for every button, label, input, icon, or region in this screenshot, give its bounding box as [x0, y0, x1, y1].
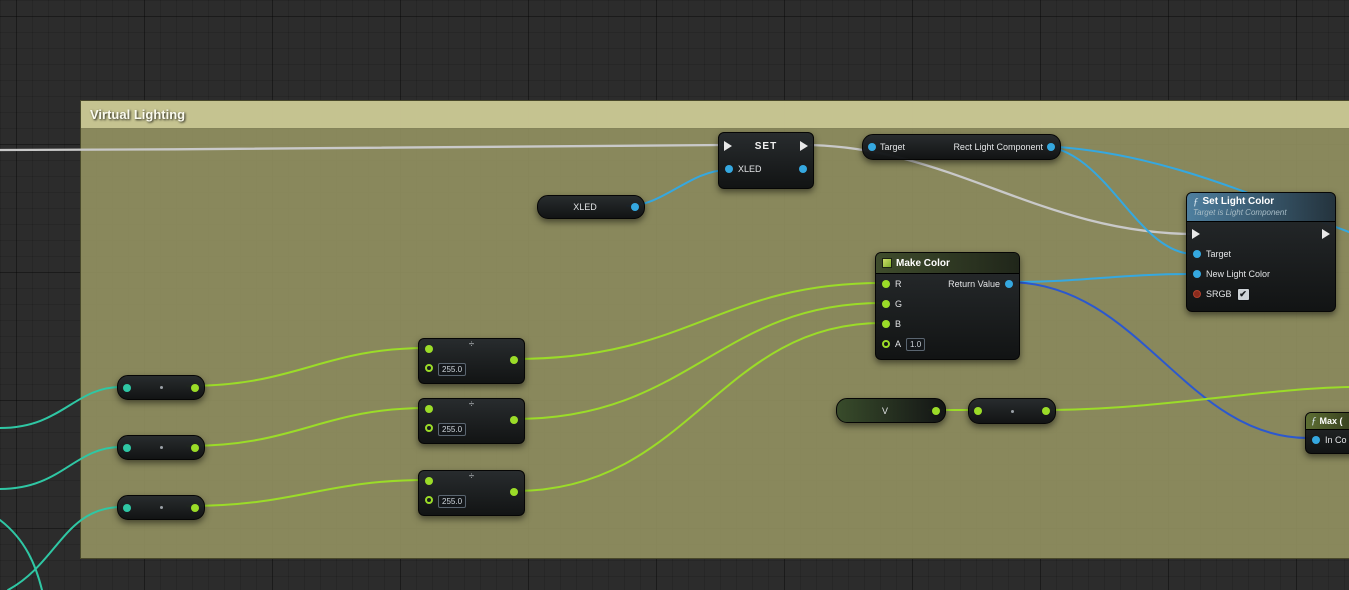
- divide-symbol: ÷: [419, 339, 524, 351]
- b-pin[interactable]: [882, 320, 890, 328]
- output-pin[interactable]: [191, 384, 199, 392]
- result-pin[interactable]: [510, 416, 518, 424]
- comment-header[interactable]: Virtual Lighting: [81, 101, 1349, 129]
- pin-label: G: [895, 299, 902, 309]
- conversion-dot-icon: [160, 446, 163, 449]
- variable-label: XLED: [573, 202, 597, 212]
- divisor-pin[interactable]: [425, 424, 433, 432]
- input-pin[interactable]: [123, 504, 131, 512]
- result-pin[interactable]: [510, 356, 518, 364]
- conversion-dot-icon: [1011, 410, 1014, 413]
- wire-int-passthrough: [0, 520, 42, 590]
- new-light-color-pin[interactable]: [1193, 270, 1201, 278]
- conversion-dot-icon: [160, 386, 163, 389]
- pin-label: New Light Color: [1206, 269, 1270, 279]
- divisor-value[interactable]: 255.0: [438, 363, 466, 376]
- output-pin[interactable]: [932, 407, 940, 415]
- pin-label: SRGB: [1206, 289, 1232, 299]
- node-title: Make Color: [896, 258, 950, 269]
- divisor-pin[interactable]: [425, 364, 433, 372]
- pin-label: Target: [1206, 249, 1231, 259]
- a-value[interactable]: 1.0: [906, 338, 925, 351]
- exec-in-pin[interactable]: [724, 141, 732, 151]
- conversion-node[interactable]: [117, 375, 205, 400]
- exec-in-pin[interactable]: [1192, 229, 1200, 239]
- node-title: SET: [732, 141, 800, 152]
- component-label: Rect Light Component: [953, 142, 1043, 152]
- pin-label: In Co: [1325, 435, 1347, 445]
- variable-label: V: [882, 406, 888, 416]
- make-struct-icon: [882, 258, 892, 268]
- comment-title: Virtual Lighting: [90, 107, 185, 122]
- divide-symbol: ÷: [419, 471, 524, 483]
- dividend-pin[interactable]: [425, 345, 433, 353]
- max-node[interactable]: ƒ Max ( In Co: [1305, 412, 1349, 454]
- output-pin[interactable]: [631, 203, 639, 211]
- input-pin[interactable]: [123, 384, 131, 392]
- comment-box[interactable]: Virtual Lighting: [80, 100, 1349, 559]
- target-pin[interactable]: [1193, 250, 1201, 258]
- divide-node[interactable]: ÷ 255.0: [418, 470, 525, 516]
- in-color-pin[interactable]: [1312, 436, 1320, 444]
- return-value-pin[interactable]: [1005, 280, 1013, 288]
- node-title: Max (: [1320, 416, 1343, 426]
- result-pin[interactable]: [510, 488, 518, 496]
- v-getter-node[interactable]: V: [836, 398, 946, 423]
- pin-label: R: [895, 279, 902, 289]
- pin-label: A: [895, 339, 901, 349]
- dividend-pin[interactable]: [425, 477, 433, 485]
- exec-out-pin[interactable]: [800, 141, 808, 151]
- xled-input-pin[interactable]: [725, 165, 733, 173]
- rect-light-component-node[interactable]: Target Rect Light Component: [862, 134, 1061, 160]
- srgb-checkbox[interactable]: ✔: [1237, 288, 1250, 301]
- set-light-color-node[interactable]: ƒ Set Light Color Target is Light Compon…: [1186, 192, 1336, 312]
- function-icon: ƒ: [1193, 197, 1199, 207]
- set-xled-node[interactable]: SET XLED: [718, 132, 814, 189]
- target-label: Target: [880, 142, 905, 152]
- conversion-node[interactable]: [117, 435, 205, 460]
- return-label: Return Value: [948, 279, 1000, 289]
- conversion-dot-icon: [160, 506, 163, 509]
- conversion-node[interactable]: [117, 495, 205, 520]
- target-input-pin[interactable]: [868, 143, 876, 151]
- output-pin[interactable]: [191, 504, 199, 512]
- r-pin[interactable]: [882, 280, 890, 288]
- node-subtitle: Target is Light Component: [1193, 208, 1329, 217]
- divide-node[interactable]: ÷ 255.0: [418, 398, 525, 444]
- input-pin[interactable]: [974, 407, 982, 415]
- graph-canvas[interactable]: Virtual Lighting: [0, 0, 1349, 590]
- dividend-pin[interactable]: [425, 405, 433, 413]
- divisor-value[interactable]: 255.0: [438, 495, 466, 508]
- pin-label: XLED: [738, 164, 762, 174]
- srgb-pin[interactable]: [1193, 290, 1201, 298]
- function-icon: ƒ: [1311, 416, 1317, 426]
- divisor-pin[interactable]: [425, 496, 433, 504]
- g-pin[interactable]: [882, 300, 890, 308]
- output-pin[interactable]: [1042, 407, 1050, 415]
- xled-output-pin[interactable]: [799, 165, 807, 173]
- a-pin[interactable]: [882, 340, 890, 348]
- node-title: Set Light Color: [1203, 196, 1275, 207]
- conversion-node[interactable]: [968, 398, 1056, 424]
- output-pin[interactable]: [1047, 143, 1055, 151]
- divisor-value[interactable]: 255.0: [438, 423, 466, 436]
- pin-label: B: [895, 319, 901, 329]
- xled-getter-node[interactable]: XLED: [537, 195, 645, 219]
- exec-out-pin[interactable]: [1322, 229, 1330, 239]
- input-pin[interactable]: [123, 444, 131, 452]
- divide-symbol: ÷: [419, 399, 524, 411]
- output-pin[interactable]: [191, 444, 199, 452]
- make-color-node[interactable]: Make Color R Return Value G B A 1.0: [875, 252, 1020, 360]
- divide-node[interactable]: ÷ 255.0: [418, 338, 525, 384]
